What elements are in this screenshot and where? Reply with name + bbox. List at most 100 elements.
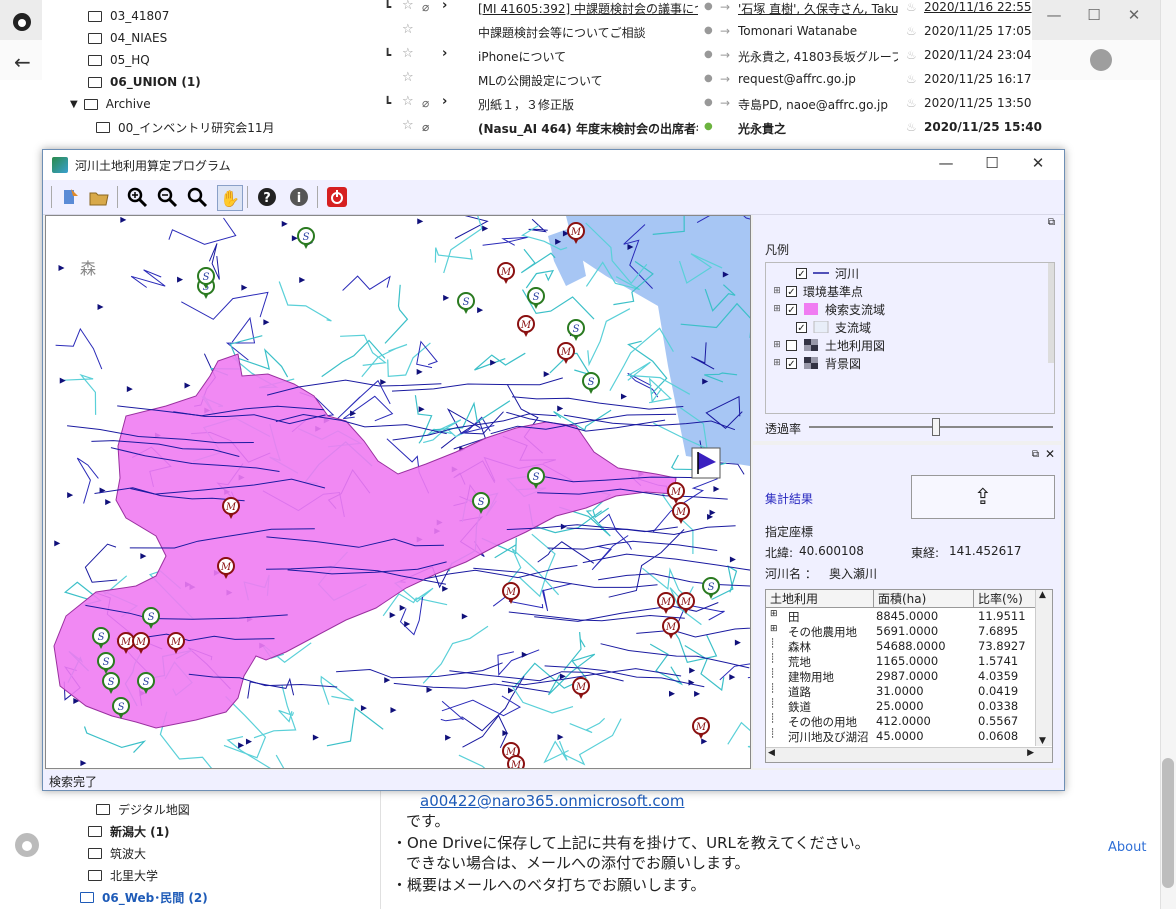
message-row[interactable]: ☆ ⌀ (Nasu_AI 464) 年度末検討会の出席者名... ● 光永貴之 ♨ 20… [380, 115, 1042, 139]
table-row[interactable]: ┊ 道路 31.0000 0.0419 [766, 684, 1036, 699]
column-header-area[interactable]: 面積(ha) [874, 590, 974, 608]
table-row[interactable]: ┊ 森林 54688.0000 73.8927 [766, 639, 1036, 654]
folder-item[interactable]: 04_NIAES [88, 31, 167, 45]
column-header-landuse[interactable]: 土地利用 [766, 590, 874, 608]
avatar[interactable] [1090, 49, 1112, 71]
checkbox[interactable]: ✓ [786, 357, 797, 370]
email-link[interactable]: a00422@naro365.onmicrosoft.com [420, 790, 684, 812]
star-icon[interactable]: ☆ [402, 0, 414, 13]
tree-line: ┊ [770, 639, 776, 649]
cell-landuse: 道路 [788, 685, 811, 699]
table-row[interactable]: ┊ 荒地 1165.0000 1.5741 [766, 654, 1036, 669]
legend-item-search-basin[interactable]: ⊞ ✓ 検索支流域 [766, 300, 885, 318]
star-icon[interactable]: ☆ [402, 94, 414, 109]
checkbox[interactable] [786, 339, 797, 351]
tree-line: ┊ [770, 714, 776, 724]
table-row[interactable]: ┊ その他の用地 412.0000 0.5567 [766, 714, 1036, 729]
pan-button[interactable]: ✋ [217, 185, 243, 211]
legend-item-river[interactable]: ✓ 河川 [766, 264, 859, 282]
legend-scrollbar[interactable] [1048, 263, 1054, 363]
github-icon[interactable] [12, 12, 32, 32]
folder-item[interactable]: 06_Web･民間 (2) [80, 889, 208, 906]
folder-item[interactable]: 00_インベントリ研究会11月 [96, 119, 275, 136]
table-horizontal-scrollbar[interactable]: ◀ ▶ [766, 747, 1052, 762]
export-button[interactable]: ⇪ [911, 475, 1055, 519]
expand-icon[interactable]: ⊞ [772, 340, 782, 350]
cell-ratio: 4.0359 [978, 669, 1019, 683]
table-vertical-scrollbar[interactable]: ▲ ▼ [1035, 590, 1052, 746]
zoom-in-button[interactable] [125, 185, 149, 209]
legend-item-background[interactable]: ⊞ ✓ 背景図 [766, 354, 861, 372]
folder-item[interactable]: デジタル地図 [96, 801, 190, 818]
maximize-icon[interactable]: ☐ [1074, 6, 1114, 24]
page-scroll-thumb[interactable] [1162, 758, 1174, 888]
expand-icon[interactable]: ⊞ [772, 304, 782, 314]
open-folder-icon [89, 192, 109, 206]
message-row[interactable]: ┗ ☆ ⌀ › 別紙１，３修正版 ● → 寺島PD, naoe@affrc.go.jp ♨ 2… [380, 91, 1032, 115]
chevron-right-icon[interactable]: › [442, 46, 447, 61]
close-icon[interactable]: ✕ [1015, 154, 1061, 172]
checkbox[interactable]: ✓ [786, 285, 797, 298]
legend-item-station[interactable]: ⊞ ✓ 環境基準点 [766, 282, 863, 300]
message-row[interactable]: ┗ ☆ ⌀ › [MI 41605:392] 中課題検討会の議事につ... ● → '石塚… [380, 0, 1032, 19]
zoom-out-button[interactable] [155, 185, 179, 209]
minimize-icon[interactable]: — [923, 154, 969, 172]
map-layer-button[interactable] [59, 185, 83, 209]
folder-item[interactable]: 03_41807 [88, 9, 169, 23]
github-icon[interactable] [14, 832, 40, 858]
table-row[interactable]: ⊞ その他農用地 5691.0000 7.6895 [766, 624, 1036, 639]
minimize-icon[interactable]: — [1034, 6, 1074, 24]
star-icon[interactable]: ☆ [402, 46, 414, 61]
opacity-slider-thumb[interactable] [931, 418, 940, 436]
folder-item[interactable]: 北里大学 [88, 867, 158, 884]
close-icon[interactable]: ✕ [1114, 6, 1154, 24]
exit-button[interactable] [325, 185, 349, 209]
legend-item-sub-basin[interactable]: ✓ 支流域 [766, 318, 871, 336]
open-folder-button[interactable] [87, 185, 111, 209]
info-button[interactable]: i [287, 185, 311, 209]
map-canvas[interactable]: SSMSMSMSMSSMSMMMSMMMSSSSSMMMMSMMMMS 森 [45, 215, 751, 769]
table-row[interactable]: ⊞ 田 8845.0000 11.9511 [766, 609, 1036, 624]
cell-ratio: 0.5567 [978, 714, 1019, 728]
zoom-full-button[interactable] [185, 185, 209, 209]
float-panel-icon[interactable]: ⧉ [1032, 449, 1039, 460]
chevron-right-icon[interactable]: › [442, 0, 447, 13]
chevron-right-icon[interactable]: › [442, 94, 447, 109]
column-header-ratio[interactable]: 比率(%) [974, 590, 1036, 608]
message-row[interactable]: ┗ ☆ › iPhoneについて ● → 光永貴之, 41803長坂グループ長 ♨ 2020… [380, 43, 1032, 67]
back-arrow-icon[interactable]: ← [14, 50, 31, 74]
folder-item[interactable]: 新潟大 (1) [88, 823, 170, 840]
folder-item[interactable]: 筑波大 [88, 845, 146, 862]
table-row[interactable]: ┊ 河川地及び湖沼 45.0000 0.0608 [766, 729, 1036, 744]
float-panel-icon[interactable]: ⧉ [1048, 217, 1055, 228]
folder-item[interactable]: 06_UNION (1) [88, 75, 201, 89]
star-icon[interactable]: ☆ [402, 70, 414, 85]
checkbox[interactable]: ✓ [796, 267, 807, 280]
expand-icon[interactable]: ⊞ [772, 286, 782, 296]
expand-icon[interactable]: ⊞ [772, 358, 782, 368]
app-titlebar[interactable]: 河川土地利用算定プログラム — ☐ ✕ [43, 150, 1064, 180]
location-flag-icon[interactable] [691, 447, 721, 479]
flame-icon: ♨ [906, 72, 917, 86]
table-row[interactable]: ┊ 建物用地 2987.0000 4.0359 [766, 669, 1036, 684]
star-icon[interactable]: ☆ [402, 118, 414, 133]
folder-item-archive[interactable]: ▼ Archive [70, 97, 151, 111]
expand-icon[interactable]: ⊞ [770, 609, 778, 619]
chevron-down-icon[interactable]: ▼ [70, 99, 78, 110]
maximize-icon[interactable]: ☐ [969, 154, 1015, 172]
table-row[interactable]: ┊ 鉄道 25.0000 0.0338 [766, 699, 1036, 714]
message-row[interactable]: ☆ MLの公開設定について ● → request@affrc.go.jp ♨ 2020… [380, 67, 1032, 91]
status-bar: 検索完了 [43, 770, 1064, 790]
expand-icon[interactable]: ⊞ [770, 624, 778, 634]
map-svg[interactable]: SSMSMSMSMSSMSMMMSMMMSSSSSMMMMSMMMMS 森 [46, 216, 750, 768]
help-button[interactable]: ? [255, 185, 279, 209]
folder-item[interactable]: 05_HQ [88, 53, 150, 67]
legend-item-landuse[interactable]: ⊞ 土地利用図 [766, 336, 885, 354]
star-icon[interactable]: ☆ [402, 22, 414, 37]
checkbox[interactable]: ✓ [796, 321, 807, 334]
close-icon[interactable]: ✕ [1045, 447, 1055, 461]
message-row[interactable]: ☆ 中課題検討会等についてご相談 ● → Tomonari Watanabe ♨ 202… [380, 19, 1032, 43]
monitoring-point-m-icon[interactable]: M [507, 755, 525, 768]
result-panel: ⧉ ✕ 集計結果 ⇪ 指定座標 北緯: 40.600108 東経: 141.45… [753, 445, 1061, 768]
checkbox[interactable]: ✓ [786, 303, 797, 316]
